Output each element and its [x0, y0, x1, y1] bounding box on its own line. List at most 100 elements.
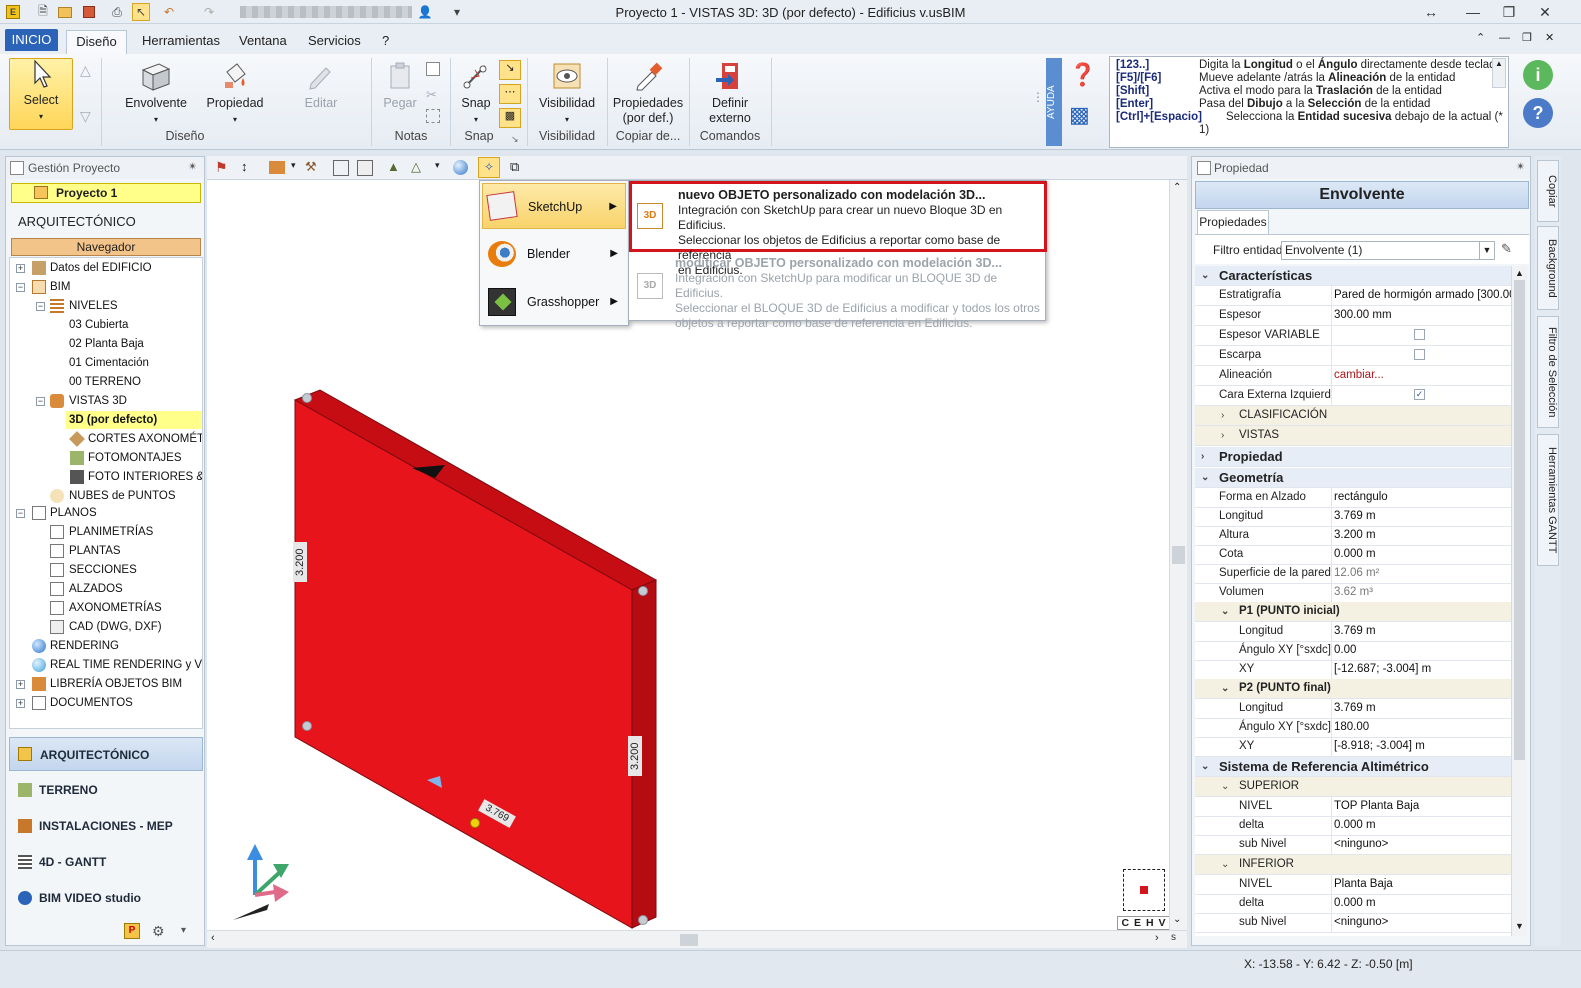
view-cube[interactable]: [1123, 869, 1165, 911]
prop-row[interactable]: Espesor VARIABLE: [1195, 326, 1511, 346]
scroll-up-icon[interactable]: ⌃: [1173, 182, 1181, 193]
scroll-right-icon[interactable]: ›: [1155, 932, 1159, 944]
envolvente-button[interactable]: Envolvente ▾: [120, 60, 192, 127]
tree-cad[interactable]: CAD (DWG, DXF): [69, 618, 162, 636]
zoom-window-icon[interactable]: [333, 160, 349, 176]
tree-libreria[interactable]: LIBRERÍA OBJETOS BIM: [50, 675, 182, 693]
filter-edit-icon[interactable]: ✎: [1501, 241, 1512, 257]
prop-row[interactable]: XY [-12.687; -3.004] m: [1195, 660, 1511, 680]
help-icon[interactable]: ?: [1523, 98, 1553, 128]
editar-button[interactable]: Editar: [296, 60, 346, 111]
prop-row[interactable]: Ángulo XY [°sxdc] 180.00: [1195, 718, 1511, 738]
help-question-icon[interactable]: ❓: [1069, 62, 1101, 92]
tab-herramientas[interactable]: Herramientas: [134, 30, 228, 54]
viewport-horizontal-scrollbar[interactable]: ‹ › s: [207, 930, 1187, 948]
pegar-button[interactable]: Pegar: [380, 60, 420, 111]
select-area-icon[interactable]: [426, 109, 440, 123]
prop-row[interactable]: Cara Externa Izquierda ✓: [1195, 386, 1511, 406]
scroll-thumb[interactable]: [1172, 546, 1185, 564]
ayuda-tab[interactable]: AYUDA: [1046, 58, 1062, 146]
scroll-up-icon[interactable]: ▲: [1515, 268, 1524, 278]
minimize-button[interactable]: —: [1455, 2, 1491, 22]
subsection-vistas[interactable]: › VISTAS: [1195, 426, 1511, 446]
new-custom-object-item[interactable]: nuevo OBJETO personalizado con modelació…: [629, 181, 1047, 277]
side-tab-filtro[interactable]: Filtro de Selección: [1537, 316, 1559, 428]
tree-foto-interiores[interactable]: FOTO INTERIORES & E: [88, 468, 202, 486]
tree-datos[interactable]: Datos del EDIFICIO: [50, 259, 152, 277]
side-tab-background[interactable]: Background: [1537, 226, 1559, 310]
prop-row[interactable]: Estratigrafía Pared de hormigón armado [3…: [1195, 286, 1511, 306]
tree-level[interactable]: 00 TERRENO: [69, 373, 141, 391]
tab-inicio[interactable]: INICIO: [5, 29, 58, 51]
close-button[interactable]: ✕: [1527, 2, 1563, 22]
tree-realtime[interactable]: REAL TIME RENDERING y VRI: [50, 656, 202, 674]
snap-endpoint-icon[interactable]: ↘: [499, 60, 521, 80]
tab-diseno[interactable]: Diseño: [66, 30, 127, 54]
tab-help[interactable]: ?: [374, 30, 397, 54]
render-sphere-icon[interactable]: [453, 160, 468, 175]
dropdown-icon[interactable]: ▾: [435, 160, 440, 171]
box-icon[interactable]: [269, 161, 285, 174]
section-propiedad[interactable]: › Propiedad: [1195, 447, 1511, 467]
nav-gantt[interactable]: 4D - GANTT: [9, 845, 203, 879]
prop-row[interactable]: Cota 0.000 m: [1195, 545, 1511, 565]
scroll-down-icon[interactable]: ▽: [80, 108, 91, 125]
scroll-up-icon[interactable]: △: [80, 62, 91, 79]
navigator-bar[interactable]: Navegador: [11, 238, 201, 256]
subsection-inferior[interactable]: ⌄ INFERIOR: [1195, 855, 1511, 875]
collapse-icon[interactable]: −: [36, 302, 45, 311]
collapse-icon[interactable]: −: [16, 283, 25, 292]
prop-row[interactable]: Alineación cambiar...: [1195, 366, 1511, 386]
expand-icon[interactable]: +: [16, 680, 25, 689]
prop-row[interactable]: delta 0.000 m: [1195, 816, 1511, 836]
tree-rendering[interactable]: RENDERING: [50, 637, 119, 655]
visibilidad-button[interactable]: Visibilidad ▾: [533, 60, 601, 127]
tree-alzados[interactable]: ALZADOS: [69, 580, 123, 598]
external-modeling-icon[interactable]: ✧: [478, 157, 500, 178]
tree-vistas3d[interactable]: VISTAS 3D: [69, 392, 127, 410]
maximize-button[interactable]: ❐: [1491, 2, 1527, 22]
nav-arquitectonico[interactable]: ARQUITECTÓNICO: [9, 737, 203, 771]
tree-level[interactable]: 03 Cubierta: [69, 316, 128, 334]
snap-midpoint-icon[interactable]: ⋯: [499, 84, 521, 104]
prop-row[interactable]: sub Nivel <ninguno>: [1195, 913, 1511, 933]
ribbon-grip-icon[interactable]: ⋮: [1032, 90, 1044, 104]
tree-secciones[interactable]: SECCIONES: [69, 561, 137, 579]
tree-plantas[interactable]: PLANTAS: [69, 542, 121, 560]
prop-row[interactable]: Longitud 3.769 m: [1195, 699, 1511, 719]
ribbon-collapse-icon[interactable]: ⌃: [1468, 27, 1493, 51]
prop-row[interactable]: sub Nivel <ninguno>: [1195, 835, 1511, 855]
prop-row[interactable]: Longitud 3.769 m: [1195, 622, 1511, 642]
subsection-superior[interactable]: ⌄ SUPERIOR: [1195, 777, 1511, 797]
tree-bim[interactable]: BIM: [50, 278, 70, 296]
scroll-thumb[interactable]: [680, 934, 698, 946]
dimension-icon[interactable]: ↕: [241, 159, 248, 174]
scroll-down-icon[interactable]: ▼: [1515, 921, 1524, 931]
tree-axonometrias[interactable]: AXONOMETRÍAS: [69, 599, 162, 617]
prop-row[interactable]: XY [-8.918; -3.004] m: [1195, 737, 1511, 757]
prop-row[interactable]: Escarpa: [1195, 346, 1511, 366]
nav-bim-video[interactable]: BIM VIDEO studio: [9, 881, 203, 915]
doc-restore-icon[interactable]: ❐: [1514, 27, 1540, 51]
prop-row[interactable]: Ángulo XY [°sxdc] 0.00: [1195, 641, 1511, 661]
snap-button[interactable]: Snap ▾: [456, 60, 496, 127]
viewport-vertical-scrollbar[interactable]: ⌃ ⌄: [1169, 180, 1187, 930]
help-scroll-icon[interactable]: ▲: [1492, 58, 1506, 88]
select-button[interactable]: Select ▾: [9, 58, 73, 130]
expand-icon[interactable]: +: [16, 264, 25, 273]
alineacion-link[interactable]: cambiar...: [1331, 366, 1511, 385]
prop-row[interactable]: Altura 3.200 m: [1195, 526, 1511, 546]
tree-3d-defecto[interactable]: 3D (por defecto): [66, 411, 202, 429]
collapse-icon[interactable]: −: [36, 397, 45, 406]
tree-planimetrias[interactable]: PLANIMETRÍAS: [69, 523, 153, 541]
tab-propiedades[interactable]: Propiedades: [1197, 210, 1269, 234]
settings-icon[interactable]: ⚙: [152, 923, 165, 940]
nav-instalaciones[interactable]: INSTALACIONES - MEP: [9, 809, 203, 843]
subsection-p2[interactable]: ⌄ P2 (PUNTO final): [1195, 679, 1511, 699]
tree-cortes[interactable]: CORTES AXONOMÉTRIC: [88, 430, 202, 448]
nav-terreno[interactable]: TERRENO: [9, 773, 203, 807]
side-tab-copiar[interactable]: Copiar: [1537, 160, 1559, 222]
definir-externo-button[interactable]: Definir externo: [695, 60, 765, 126]
tree-planos[interactable]: PLANOS: [50, 504, 97, 522]
checkbox-checked[interactable]: ✓: [1414, 389, 1425, 401]
